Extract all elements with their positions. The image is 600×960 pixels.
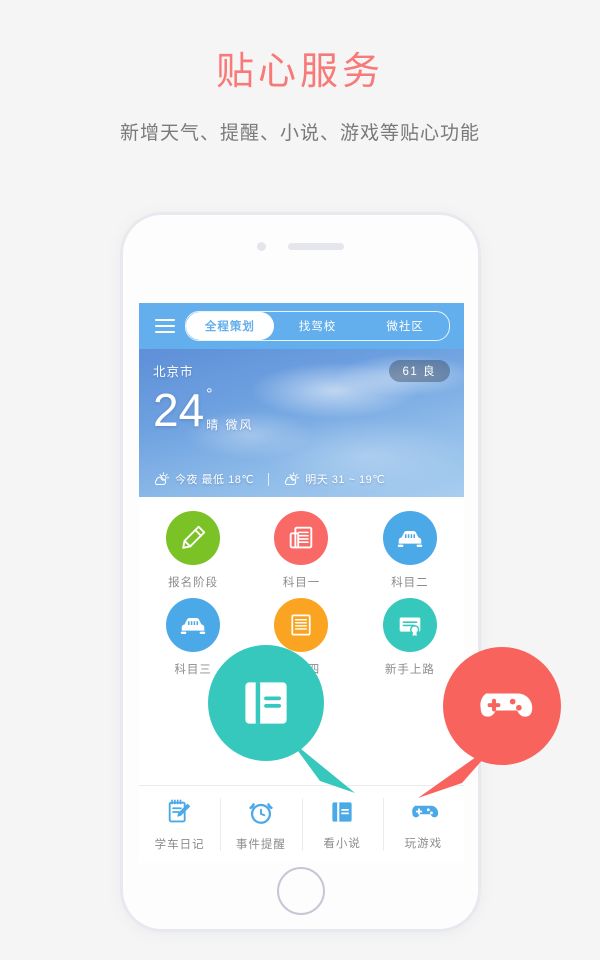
earpiece-speaker-icon [288, 242, 344, 250]
grid-item-baoming-jieduan[interactable]: 报名阶段 [139, 511, 247, 590]
segmented-control: 全程策划 找驾校 微社区 [185, 311, 450, 341]
phone-mockup: 全程策划 找驾校 微社区 北京市 61 良 24 ° 晴 微风 今夜 最低 18… [120, 212, 481, 932]
hamburger-icon[interactable] [155, 315, 175, 337]
tab-xueche-riji[interactable]: 学车日记 [139, 786, 220, 863]
notebook-pencil-icon [168, 799, 190, 823]
page-title: 贴心服务 [215, 51, 384, 93]
grid-item-kemu-er[interactable]: 科目二 [356, 511, 464, 590]
promo-header: 贴心服务 新增天气、提醒、小说、游戏等贴心功能 [0, 0, 600, 145]
app-navbar: 全程策划 找驾校 微社区 [139, 303, 464, 349]
book-icon [245, 682, 287, 724]
page-subtitle: 新增天气、提醒、小说、游戏等贴心功能 [119, 122, 480, 144]
tab-label: 事件提醒 [235, 839, 286, 851]
phone-earpiece-area [123, 215, 478, 277]
document-icon [274, 598, 329, 652]
tab-label: 学车日记 [154, 839, 205, 851]
weather-condition: 晴 微风 [206, 418, 254, 432]
weather-widget[interactable]: 北京市 61 良 24 ° 晴 微风 今夜 最低 18℃ 明天 31 ~ 19℃ [139, 349, 464, 497]
tab-zhao-jiaxiao[interactable]: 找驾校 [274, 312, 362, 340]
grid-item-label: 科目二 [391, 577, 429, 589]
car-icon [166, 598, 221, 652]
forecast-tonight-text: 今夜 最低 18℃ [175, 474, 255, 486]
tab-label: 看小说 [323, 838, 361, 850]
grid-item-label: 新手上路 [384, 664, 435, 676]
weather-main: 24 ° 晴 微风 [153, 384, 450, 436]
forecast-tomorrow: 明天 31 ~ 19℃ [283, 471, 385, 487]
grid-item-label: 科目三 [174, 664, 212, 676]
weather-temperature: 24 [153, 384, 205, 436]
home-button[interactable] [276, 867, 325, 915]
aqi-badge: 61 良 [388, 360, 450, 382]
grid-item-xinshou-shanglu[interactable]: 新手上路 [356, 598, 464, 677]
grid-item-kemu-yi[interactable]: 科目一 [247, 511, 355, 590]
game-callout[interactable] [443, 647, 561, 765]
tab-label: 玩游戏 [404, 838, 443, 850]
grid-item-label: 科目一 [282, 577, 321, 589]
feature-grid: 报名阶段 科目一 科目二 科目三 新手上路 [139, 497, 464, 677]
weather-forecast-row: 今夜 最低 18℃ 明天 31 ~ 19℃ [153, 471, 385, 487]
pencil-icon [166, 511, 221, 565]
forecast-tomorrow-text: 明天 31 ~ 19℃ [305, 474, 386, 486]
grid-item-label: 报名阶段 [168, 577, 219, 589]
front-camera-icon [257, 241, 266, 251]
gamepad-icon [480, 693, 533, 717]
certificate-icon [382, 598, 437, 652]
degree-symbol: ° [206, 386, 213, 403]
sun-behind-cloud-icon [154, 472, 170, 486]
car-icon [382, 511, 437, 565]
forecast-divider [268, 472, 270, 486]
tab-wei-shequ[interactable]: 微社区 [361, 312, 449, 340]
document-icon [274, 511, 329, 565]
sun-behind-cloud-icon [285, 472, 300, 486]
book-callout[interactable] [208, 645, 324, 761]
alarm-clock-icon [249, 803, 273, 824]
forecast-tonight: 今夜 最低 18℃ [153, 471, 254, 487]
tab-quancheng-cehua[interactable]: 全程策划 [186, 312, 274, 340]
